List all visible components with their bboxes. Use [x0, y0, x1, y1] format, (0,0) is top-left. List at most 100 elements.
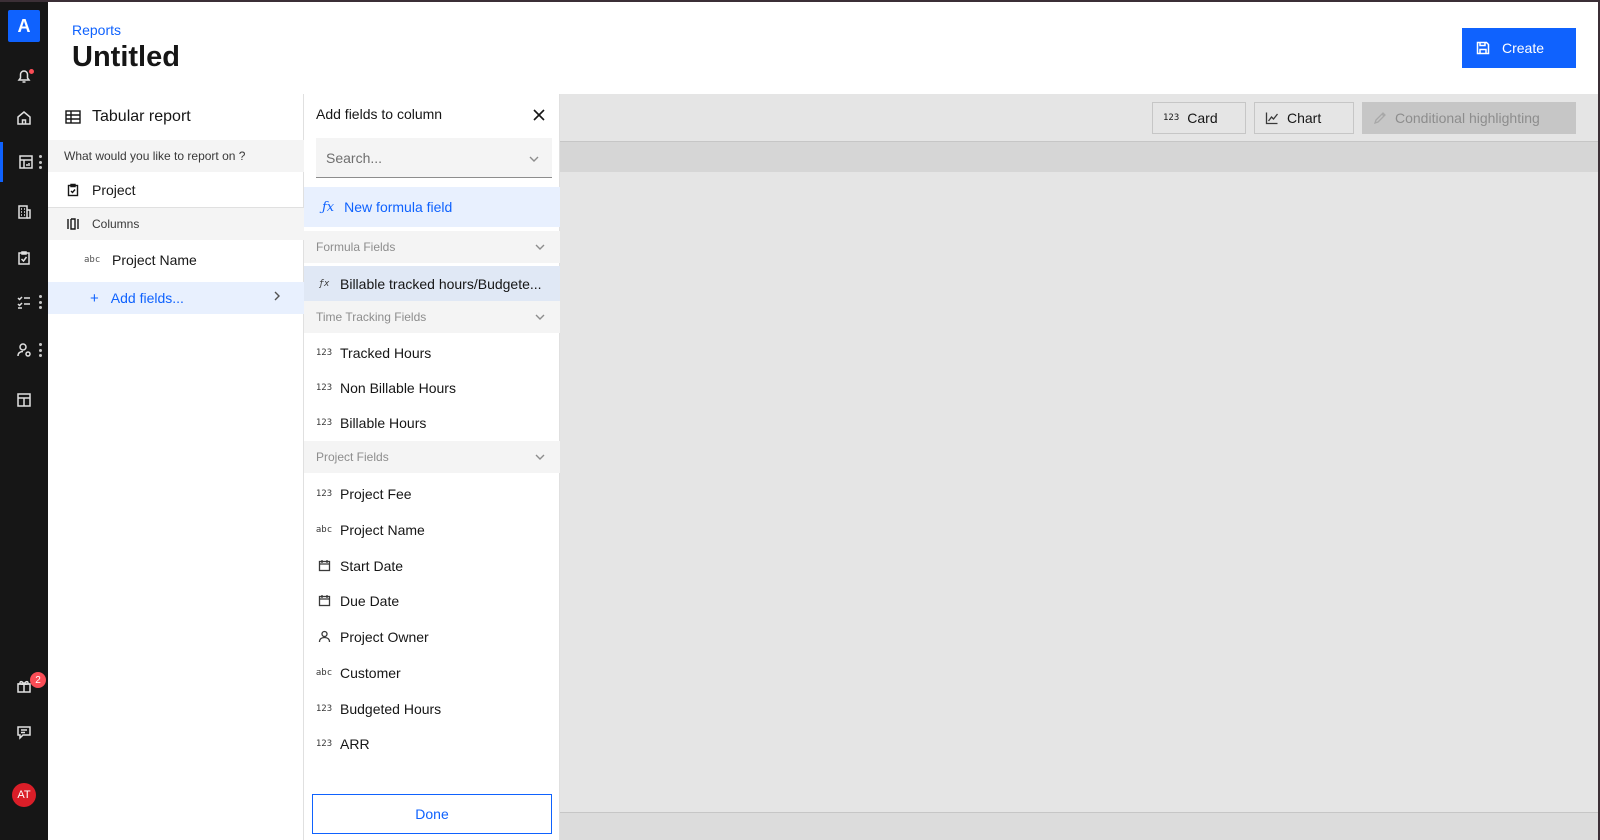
- report-canvas: 123 Card Chart Conditional highlighting: [560, 94, 1598, 840]
- report-subject[interactable]: Project: [48, 172, 304, 208]
- clipboard-icon: [67, 183, 79, 196]
- field-label: Start Date: [340, 557, 404, 574]
- app-window: A 2 AT Reports Untitled Create Tabular r…: [0, 0, 1600, 840]
- breadcrumb-reports[interactable]: Reports: [72, 22, 121, 38]
- chart-button[interactable]: Chart: [1254, 102, 1354, 134]
- number-type-icon: 123: [1163, 113, 1180, 123]
- chat-icon: [17, 726, 31, 740]
- avatar[interactable]: AT: [12, 783, 36, 807]
- close-button[interactable]: [532, 108, 548, 124]
- create-button[interactable]: Create: [1462, 28, 1576, 68]
- add-fields-button[interactable]: + Add fields...: [48, 282, 304, 314]
- home-button[interactable]: [0, 98, 48, 138]
- field-item[interactable]: 123 Billable Hours: [304, 405, 560, 440]
- number-type-icon: 123: [315, 703, 333, 714]
- conditional-highlighting-button[interactable]: Conditional highlighting: [1362, 102, 1576, 134]
- field-label: Billable tracked hours/Budgete...: [340, 275, 542, 292]
- field-label: ARR: [340, 735, 370, 752]
- canvas-toolbar: 123 Card Chart Conditional highlighting: [560, 94, 1598, 142]
- user-settings-icon: [17, 343, 31, 357]
- field-label: Due Date: [340, 592, 400, 609]
- template-icon: [17, 393, 31, 407]
- report-question: What would you like to report on ?: [48, 140, 304, 172]
- field-picker-panel: Add fields to column Search... ƒx New fo…: [304, 94, 560, 840]
- page-title[interactable]: Untitled: [72, 41, 180, 74]
- user-icon: [316, 630, 332, 643]
- notifications-button[interactable]: [0, 56, 48, 96]
- projects-button[interactable]: [0, 238, 48, 278]
- field-item[interactable]: 123 Non Billable Hours: [304, 370, 560, 405]
- field-search-input[interactable]: Search...: [316, 138, 552, 178]
- field-item[interactable]: abc Project Name: [304, 512, 560, 547]
- report-icon: [18, 155, 33, 169]
- field-label: Project Owner: [340, 628, 429, 645]
- field-item[interactable]: 123 Budgeted Hours: [304, 691, 560, 726]
- whats-new-button[interactable]: 2: [0, 666, 48, 706]
- text-type-icon: abc: [315, 667, 333, 678]
- chart-button-label: Chart: [1287, 110, 1322, 126]
- nav-rail: A 2 AT: [0, 2, 48, 840]
- create-button-label: Create: [1502, 40, 1545, 56]
- calendar-icon: [316, 594, 332, 607]
- field-label: Non Billable Hours: [340, 379, 456, 396]
- building-icon: [18, 205, 31, 219]
- people-more-icon[interactable]: [39, 343, 42, 357]
- home-icon: [17, 111, 31, 125]
- save-icon: [1476, 41, 1490, 55]
- reports-more-icon[interactable]: [39, 155, 42, 169]
- calendar-icon: [316, 559, 332, 572]
- group-formula-fields[interactable]: Formula Fields: [304, 231, 560, 263]
- templates-button[interactable]: [0, 380, 48, 420]
- field-item[interactable]: abc Customer: [304, 655, 560, 690]
- column-item[interactable]: abc Project Name: [48, 240, 304, 280]
- formula-icon: ƒx: [322, 199, 335, 215]
- field-item[interactable]: Start Date: [304, 548, 560, 583]
- columns-label: Columns: [92, 217, 140, 231]
- chevron-up-icon: [534, 311, 546, 326]
- formula-icon: ƒx: [318, 278, 330, 289]
- field-item[interactable]: 123 Tracked Hours: [304, 335, 560, 370]
- columns-icon: [67, 218, 79, 230]
- tasks-more-icon[interactable]: [39, 295, 42, 309]
- app-logo[interactable]: A: [8, 10, 40, 42]
- text-type-icon: abc: [315, 524, 333, 535]
- group-label: Formula Fields: [316, 240, 396, 254]
- plus-icon: +: [90, 289, 99, 307]
- tasks-button[interactable]: [0, 282, 48, 322]
- field-item[interactable]: 123 ARR: [304, 726, 560, 761]
- column-item-label: Project Name: [112, 252, 197, 268]
- number-type-icon: 123: [315, 738, 333, 749]
- field-label: Budgeted Hours: [340, 700, 442, 717]
- field-item[interactable]: Project Owner: [304, 619, 560, 654]
- chevron-up-icon: [534, 241, 546, 256]
- chevron-up-icon: [534, 451, 546, 466]
- group-label: Project Fields: [316, 450, 389, 464]
- feedback-button[interactable]: [0, 712, 48, 752]
- field-item[interactable]: 123 Project Fee: [304, 476, 560, 511]
- canvas-footer: [560, 812, 1598, 840]
- field-picker-title: Add fields to column: [316, 106, 443, 122]
- page-header: Reports Untitled Create: [48, 2, 1598, 94]
- checklist-icon: [17, 296, 30, 309]
- text-type-icon: abc: [84, 255, 101, 265]
- reports-button[interactable]: [0, 142, 48, 182]
- field-item[interactable]: ƒx Billable tracked hours/Budgete...: [304, 266, 560, 301]
- card-button-label: Card: [1187, 110, 1218, 126]
- number-type-icon: 123: [315, 382, 333, 393]
- notification-dot: [28, 68, 35, 75]
- people-button[interactable]: [0, 330, 48, 370]
- companies-button[interactable]: [0, 192, 48, 232]
- done-button[interactable]: Done: [312, 794, 552, 834]
- group-project-fields[interactable]: Project Fields: [304, 441, 560, 473]
- group-time-tracking-fields[interactable]: Time Tracking Fields: [304, 301, 560, 333]
- number-type-icon: 123: [315, 417, 333, 428]
- chevron-down-icon: [528, 152, 540, 168]
- conditional-highlighting-label: Conditional highlighting: [1395, 110, 1540, 126]
- close-icon: [533, 109, 545, 121]
- new-formula-field-button[interactable]: ƒx New formula field: [304, 187, 560, 227]
- card-button[interactable]: 123 Card: [1152, 102, 1246, 134]
- field-label: Billable Hours: [340, 414, 427, 431]
- field-item[interactable]: Due Date: [304, 583, 560, 618]
- table-header-strip: [560, 142, 1598, 172]
- field-label: Tracked Hours: [340, 344, 432, 361]
